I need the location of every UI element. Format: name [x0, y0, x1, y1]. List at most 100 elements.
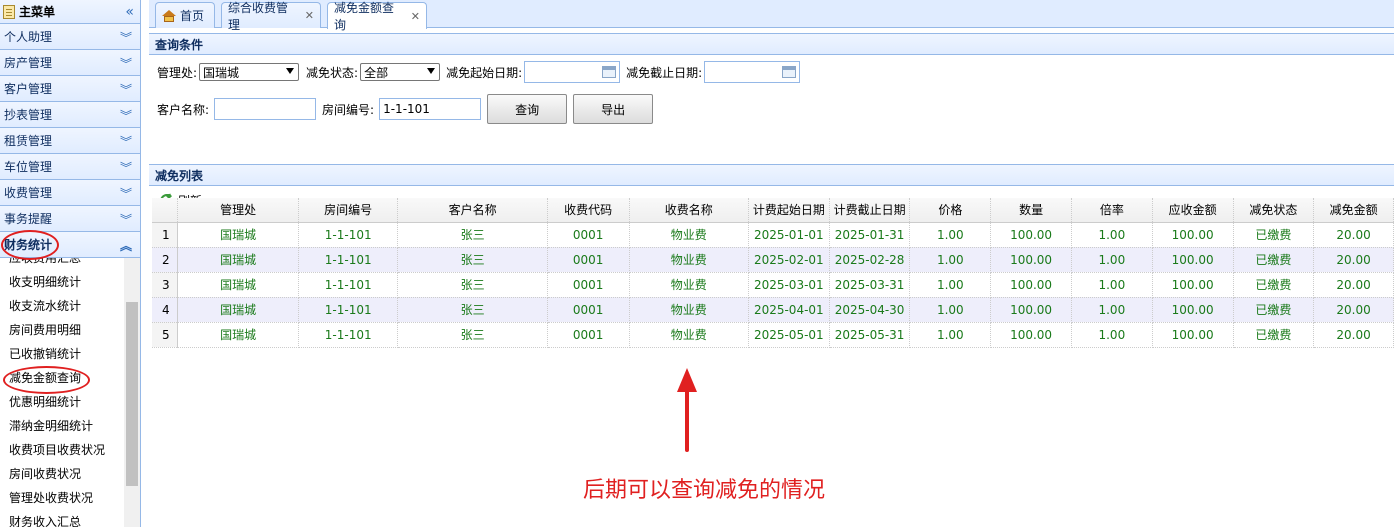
main-menu-header: 主菜单 « [0, 0, 140, 24]
table-cell: 1-1-101 [298, 247, 399, 273]
room-label: 房间编号: [322, 102, 375, 117]
close-icon[interactable]: ✕ [305, 9, 314, 22]
table-row[interactable]: 3 国瑞城 1-1-101 张三 0001 物业费 2025-03-01 2025-03-31… [152, 272, 1394, 298]
table-cell: 2025-01-31 [829, 222, 911, 248]
menu-group-label: 车位管理 [4, 160, 53, 174]
table-cell: 1.00 [1071, 272, 1153, 298]
end-date-input[interactable] [704, 61, 801, 83]
table-cell: 国瑞城 [177, 322, 299, 348]
close-icon[interactable]: ✕ [411, 10, 420, 23]
collapse-sidebar-icon[interactable]: « [125, 4, 134, 20]
submenu-scrollbar-thumb[interactable] [126, 302, 138, 486]
menu-group-label: 客户管理 [4, 82, 53, 96]
dropdown-arrow-icon [427, 68, 436, 74]
submenu-item[interactable]: 已收撤销统计 [0, 342, 140, 366]
submenu-item[interactable]: 财务收入汇总 [0, 510, 140, 527]
table-cell: 100.00 [1152, 297, 1234, 323]
menu-group-parking[interactable]: 车位管理 ︾ [0, 154, 140, 180]
column-header[interactable]: 计费起始日期 [748, 198, 830, 223]
tab-home[interactable]: 首页 [155, 2, 215, 28]
status-select[interactable]: 全部 [360, 63, 441, 81]
table-cell: 100.00 [1152, 222, 1234, 248]
table-row[interactable]: 2 国瑞城 1-1-101 张三 0001 物业费 2025-02-01 2025-02-28… [152, 247, 1394, 273]
table-cell: 2025-02-01 [748, 247, 830, 273]
table-cell: 已缴费 [1233, 322, 1315, 348]
table-row[interactable]: 4 国瑞城 1-1-101 张三 0001 物业费 2025-04-01 2025-04-30… [152, 297, 1394, 323]
table-row[interactable]: 5 国瑞城 1-1-101 张三 0001 物业费 2025-05-01 2025-05-31… [152, 322, 1394, 348]
main-content: 首页 综合收费管理 ✕ 减免金额查询 ✕ 查询条件 管理处: 国瑞城 减免状态:… [149, 0, 1394, 527]
menu-group-label: 事务提醒 [4, 212, 53, 226]
room-input[interactable]: 1-1-101 [379, 98, 482, 120]
chevron-down-icon: ︾ [119, 31, 132, 45]
column-header[interactable]: 减免状态 [1233, 198, 1315, 223]
submenu-item-selected[interactable]: 减免金额查询 [0, 366, 140, 390]
annotation-text: 后期可以查询减免的情况 [583, 478, 826, 503]
export-button[interactable]: 导出 [573, 94, 654, 124]
table-cell: 2025-03-01 [748, 272, 830, 298]
menu-group-personal-assistant[interactable]: 个人助理 ︾ [0, 24, 140, 50]
column-header[interactable]: 减免金额 [1313, 198, 1394, 223]
submenu-item[interactable]: 房间收费状况 [0, 462, 140, 486]
column-header[interactable]: 倍率 [1071, 198, 1153, 223]
tab-integrated-billing[interactable]: 综合收费管理 ✕ [221, 1, 321, 32]
menu-group-billing[interactable]: 收费管理 ︾ [0, 180, 140, 206]
table-cell: 张三 [397, 272, 548, 298]
column-header[interactable]: 数量 [990, 198, 1072, 223]
table-cell: 1.00 [1071, 322, 1153, 348]
calendar-icon[interactable] [602, 66, 617, 78]
table-row[interactable]: 1 国瑞城 1-1-101 张三 0001 物业费 2025-01-01 2025-01-31… [152, 222, 1394, 248]
table-cell: 2025-05-31 [829, 322, 911, 348]
column-header[interactable]: 收费代码 [547, 198, 630, 223]
tab-reduction-query[interactable]: 减免金额查询 ✕ [327, 1, 427, 32]
calendar-icon[interactable] [782, 66, 797, 78]
menu-group-label: 个人助理 [4, 30, 53, 44]
submenu-item[interactable]: 收支明细统计 [0, 270, 140, 294]
menu-group-reminders[interactable]: 事务提醒 ︾ [0, 206, 140, 232]
chevron-down-icon: ︾ [119, 213, 132, 227]
table-cell: 物业费 [629, 322, 749, 348]
column-header[interactable]: 计费截止日期 [829, 198, 911, 223]
column-header[interactable]: 收费名称 [629, 198, 749, 223]
table-cell: 0001 [547, 247, 630, 273]
status-label: 减免状态: [306, 65, 359, 80]
table-cell: 物业费 [629, 272, 749, 298]
submenu-item[interactable]: 收费项目收费状况 [0, 438, 140, 462]
search-button[interactable]: 查询 [487, 94, 568, 124]
submenu-item[interactable]: 滞纳金明细统计 [0, 414, 140, 438]
menu-group-finance-stats[interactable]: 财务统计 ︽ [0, 232, 140, 258]
menu-group-property[interactable]: 房产管理 ︾ [0, 50, 140, 76]
menu-group-meter-reading[interactable]: 抄表管理 ︾ [0, 102, 140, 128]
reduction-table: 管理处 房间编号 客户名称 收费代码 收费名称 计费起始日期 计费截止日期 价格… [152, 198, 1394, 348]
menu-group-label: 房产管理 [4, 56, 53, 70]
column-header[interactable]: 管理处 [177, 198, 299, 223]
table-cell: 20.00 [1313, 297, 1394, 323]
table-cell: 已缴费 [1233, 247, 1315, 273]
column-header[interactable]: 价格 [909, 198, 992, 223]
table-cell: 国瑞城 [177, 272, 299, 298]
submenu-item[interactable]: 收支流水统计 [0, 294, 140, 318]
chevron-down-icon: ︾ [119, 161, 132, 175]
menu-group-customer[interactable]: 客户管理 ︾ [0, 76, 140, 102]
column-header[interactable]: 房间编号 [298, 198, 399, 223]
column-header[interactable]: 应收金额 [1152, 198, 1234, 223]
customer-input[interactable] [214, 98, 317, 120]
office-select[interactable]: 国瑞城 [199, 63, 300, 81]
menu-group-leasing[interactable]: 租赁管理 ︾ [0, 128, 140, 154]
table-cell: 物业费 [629, 222, 749, 248]
table-cell: 1.00 [1071, 297, 1153, 323]
submenu-item[interactable]: 应收费用汇总 [0, 258, 140, 270]
query-panel-title: 查询条件 [149, 33, 1394, 55]
table-cell: 20.00 [1313, 247, 1394, 273]
end-date-label: 减免截止日期: [626, 65, 703, 80]
submenu-item[interactable]: 房间费用明细 [0, 318, 140, 342]
table-cell: 2025-04-01 [748, 297, 830, 323]
column-header[interactable]: 客户名称 [397, 198, 548, 223]
start-date-input[interactable] [524, 61, 621, 83]
row-number: 3 [152, 272, 179, 298]
table-cell: 2025-02-28 [829, 247, 911, 273]
chevron-up-icon: ︽ [119, 239, 132, 253]
submenu-item[interactable]: 优惠明细统计 [0, 390, 140, 414]
submenu-item[interactable]: 管理处收费状况 [0, 486, 140, 510]
chevron-down-icon: ︾ [119, 83, 132, 97]
main-menu-title: 主菜单 [19, 5, 56, 19]
